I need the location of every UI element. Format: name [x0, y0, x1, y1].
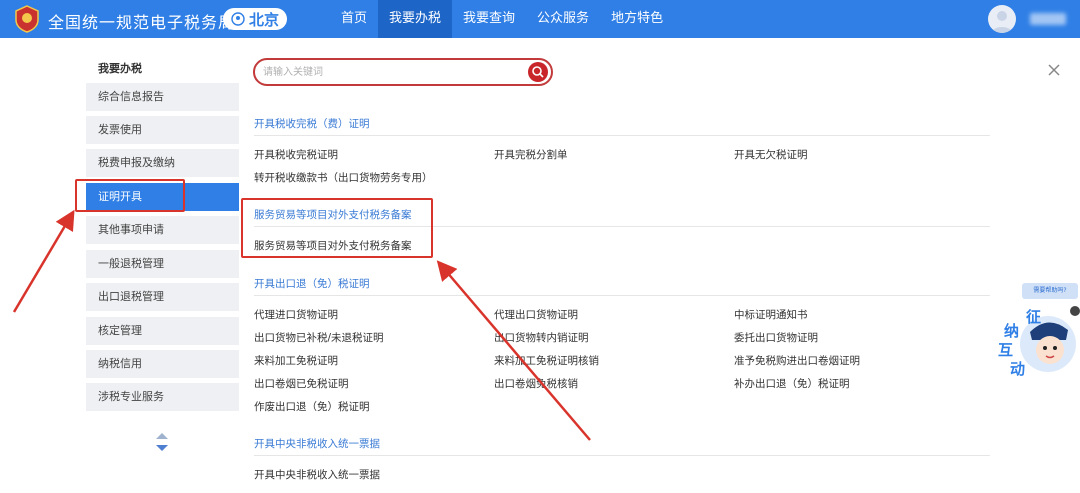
sidebar-title: 我要办税: [98, 62, 142, 75]
city-label: 北京: [249, 10, 280, 29]
city-selector[interactable]: 北京: [223, 8, 287, 30]
search-button[interactable]: [528, 62, 548, 82]
user-icon: [992, 11, 1012, 33]
link-export-to-domestic[interactable]: 出口货物转内销证明: [494, 330, 589, 345]
interaction-assistant-widget[interactable]: 征 纳 互 动: [996, 300, 1080, 380]
sidebar: 我要办税 综合信息报告 发票使用 税费申报及缴纳 证明开具 其他事项申请 一般退…: [86, 38, 239, 493]
link-processing-exempt[interactable]: 来料加工免税证明: [254, 353, 338, 368]
sidebar-item-declaration[interactable]: 税费申报及缴纳: [86, 149, 239, 177]
close-icon[interactable]: [1046, 62, 1062, 78]
widget-char-2: 纳: [1004, 322, 1019, 340]
link-void-refund-cert[interactable]: 作废出口退（免）税证明: [254, 399, 370, 414]
nav-tax-handling[interactable]: 我要办税: [378, 0, 453, 38]
nav-local-feature[interactable]: 地方特色: [600, 0, 674, 38]
user-avatar[interactable]: [988, 5, 1016, 33]
link-import-agent-cert[interactable]: 代理进口货物证明: [254, 307, 338, 322]
sidebar-item-other[interactable]: 其他事项申请: [86, 216, 239, 244]
top-header: 全国统一规范电子税务局 北京 首页 我要办税 我要查询 公众服务 地方特色: [0, 0, 1080, 38]
link-export-tax-paid[interactable]: 出口货物已补税/未退税证明: [254, 330, 384, 345]
widget-char-1: 征: [1026, 308, 1041, 326]
user-name-blurred[interactable]: [1030, 13, 1066, 25]
widget-char-3: 互: [998, 341, 1013, 359]
sidebar-item-invoice[interactable]: 发票使用: [86, 116, 239, 144]
link-no-arrears-cert[interactable]: 开具无欠税证明: [734, 147, 808, 162]
link-cigarette-exempt[interactable]: 出口卷烟已免税证明: [254, 376, 349, 391]
nav-public-service[interactable]: 公众服务: [526, 0, 600, 38]
section-divider: [254, 135, 990, 136]
sidebar-item-professional[interactable]: 涉税专业服务: [86, 383, 239, 411]
link-export-agent-cert[interactable]: 代理出口货物证明: [494, 307, 578, 322]
arrow-to-external-payment: [436, 260, 591, 441]
widget-char-4: 动: [1010, 360, 1025, 378]
highlight-box-external-payment: [241, 198, 433, 258]
link-central-nontax-receipt[interactable]: 开具中央非税收入统一票据: [254, 467, 380, 482]
link-cigarette-writeoff[interactable]: 出口卷烟免税核销: [494, 376, 578, 391]
scroll-arrows-icon[interactable]: [154, 431, 170, 453]
sidebar-item-assessment[interactable]: 核定管理: [86, 317, 239, 345]
location-pin-icon: [231, 12, 245, 26]
tax-emblem-icon: [15, 5, 39, 33]
link-payment-split[interactable]: 开具完税分割单: [494, 147, 568, 162]
link-transfer-payment[interactable]: 转开税收缴款书（出口货物劳务专用）: [254, 170, 433, 185]
link-cigarette-purchase[interactable]: 准予免税购进出口卷烟证明: [734, 353, 860, 368]
search-box: [253, 58, 553, 86]
sidebar-item-comprehensive-info[interactable]: 综合信息报告: [86, 83, 239, 111]
help-tab[interactable]: 需要帮助吗?: [1022, 283, 1078, 299]
link-processing-exempt-writeoff[interactable]: 来料加工免税证明核销: [494, 353, 599, 368]
sidebar-item-export-refund[interactable]: 出口退税管理: [86, 283, 239, 311]
link-bid-notice[interactable]: 中标证明通知书: [734, 307, 808, 322]
highlight-box-certificate: [75, 179, 185, 212]
link-reissue-refund-cert[interactable]: 补办出口退（免）税证明: [734, 376, 850, 391]
search-input[interactable]: [263, 63, 518, 81]
section-divider: [254, 455, 990, 456]
widget-close-button[interactable]: [1070, 306, 1080, 316]
search-icon: [532, 66, 544, 78]
link-entrusted-export[interactable]: 委托出口货物证明: [734, 330, 818, 345]
section-title-export-refund-cert: 开具出口退（免）税证明: [254, 278, 370, 290]
section-divider: [254, 295, 990, 296]
link-tax-payment-cert[interactable]: 开具税收完税证明: [254, 147, 338, 162]
main-nav: 首页 我要办税 我要查询 公众服务 地方特色: [330, 0, 674, 38]
nav-home[interactable]: 首页: [330, 0, 378, 38]
nav-query[interactable]: 我要查询: [452, 0, 526, 38]
sidebar-item-general-refund[interactable]: 一般退税管理: [86, 250, 239, 278]
section-title-central-nontax: 开具中央非税收入统一票据: [254, 438, 380, 450]
site-title[interactable]: 全国统一规范电子税务局: [48, 9, 235, 33]
section-title-tax-payment-cert: 开具税收完税（费）证明: [254, 118, 370, 130]
sidebar-item-credit[interactable]: 纳税信用: [86, 350, 239, 378]
arrow-to-certificate: [12, 209, 75, 313]
